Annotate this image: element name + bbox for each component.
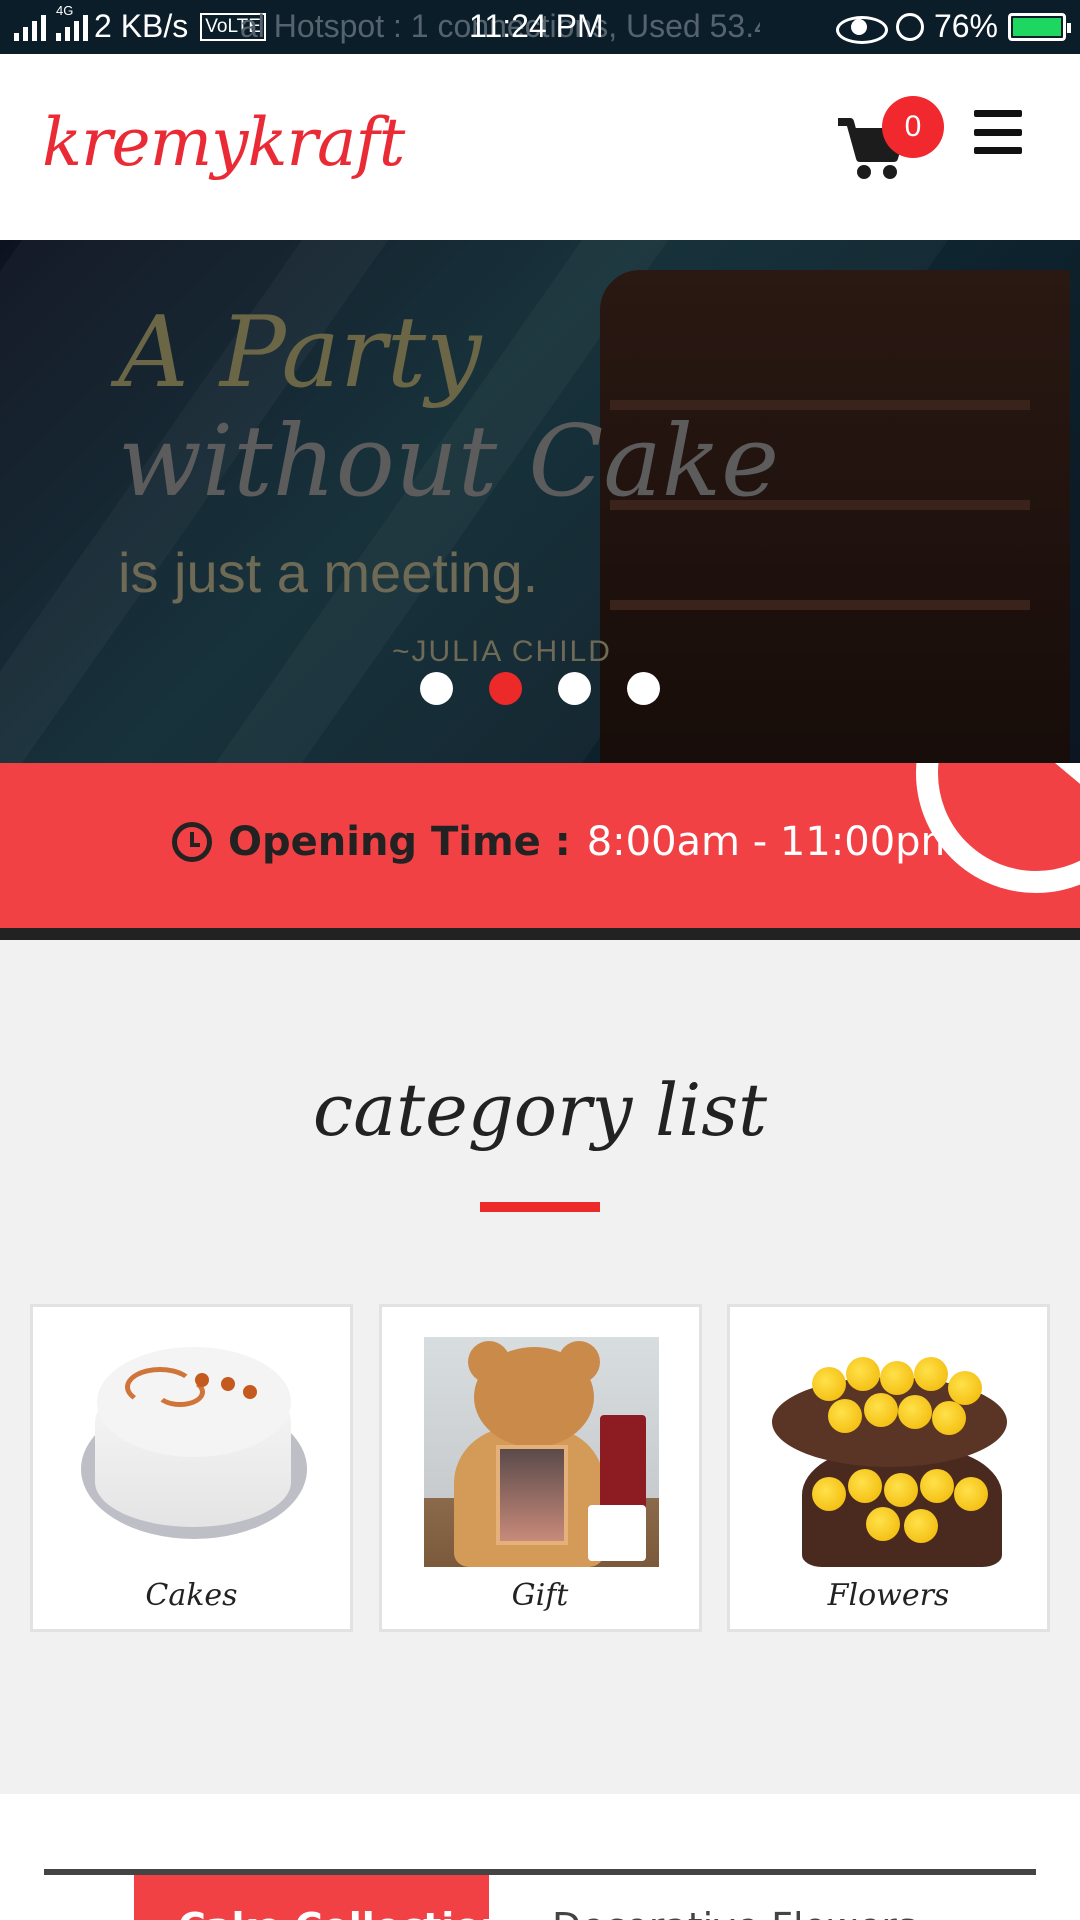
category-name: Flowers (827, 1578, 950, 1613)
battery-icon (1008, 12, 1071, 41)
collection-section: Cake Collection Decorative Flowers (0, 1794, 1080, 1920)
gift-image (423, 1337, 659, 1567)
opening-time-label: Opening Time : (228, 819, 571, 865)
carousel-dots (420, 672, 660, 705)
status-left: 4G 2 KB/s VoLTE (14, 3, 266, 45)
category-card-flowers[interactable]: Flowers (727, 1304, 1050, 1632)
banner-quote-line3: is just a meeting. (118, 541, 539, 604)
signal-icon (14, 13, 46, 41)
status-right: 76% (832, 8, 1071, 45)
app-header: kremykraft 0 (0, 54, 1080, 240)
network-speed: 2 KB/s (94, 8, 189, 44)
title-underline (480, 1202, 600, 1212)
category-name: Cakes (145, 1578, 238, 1613)
opening-time-strip: Opening Time : 8:00am - 11:00pm (0, 763, 1080, 928)
category-title: category list (312, 1068, 768, 1152)
banner-quote-line2: without Cake (118, 405, 780, 519)
carousel-dot-2[interactable] (489, 672, 522, 705)
clock-time: 11:24 PM (469, 8, 604, 44)
status-bar: 4G 2 KB/s VoLTE al Hotspot : 1 connectio… (0, 0, 1080, 54)
clock-icon (172, 822, 212, 862)
tab-decorative-flowers[interactable]: Decorative Flowers (552, 1905, 917, 1920)
category-name: Gift (511, 1578, 569, 1613)
cake-image (75, 1337, 310, 1567)
banner-quote-line1: A Party (118, 296, 482, 410)
carousel-dot-3[interactable] (558, 672, 591, 705)
app-screen: 4G 2 KB/s VoLTE al Hotspot : 1 connectio… (0, 0, 1080, 1920)
carousel-dot-1[interactable] (420, 672, 453, 705)
opening-hours: 8:00am - 11:00pm (586, 819, 960, 865)
status-center: al Hotspot : 1 connections, Used 53.4 KB… (240, 8, 760, 48)
signal-4g-icon: 4G (56, 3, 88, 41)
banner-attribution: ~JULIA CHILD (392, 635, 612, 668)
carousel-dot-4[interactable] (627, 672, 660, 705)
category-cards: Cakes Gift Flowers (30, 1304, 1050, 1632)
eye-icon (832, 13, 888, 44)
hamburger-menu-icon[interactable] (974, 110, 1022, 154)
battery-percent: 76% (933, 8, 998, 44)
flowers-image (772, 1337, 1007, 1567)
cart-count-badge: 0 (882, 96, 944, 158)
divider (0, 928, 1080, 940)
category-card-gift[interactable]: Gift (378, 1304, 702, 1632)
tab-cake-collection[interactable]: Cake Collection (134, 1875, 489, 1920)
cart-button[interactable]: 0 (836, 94, 946, 184)
category-card-cakes[interactable]: Cakes (30, 1304, 353, 1632)
alarm-icon (895, 12, 924, 41)
brand-logo[interactable]: kremykraft (42, 104, 405, 181)
